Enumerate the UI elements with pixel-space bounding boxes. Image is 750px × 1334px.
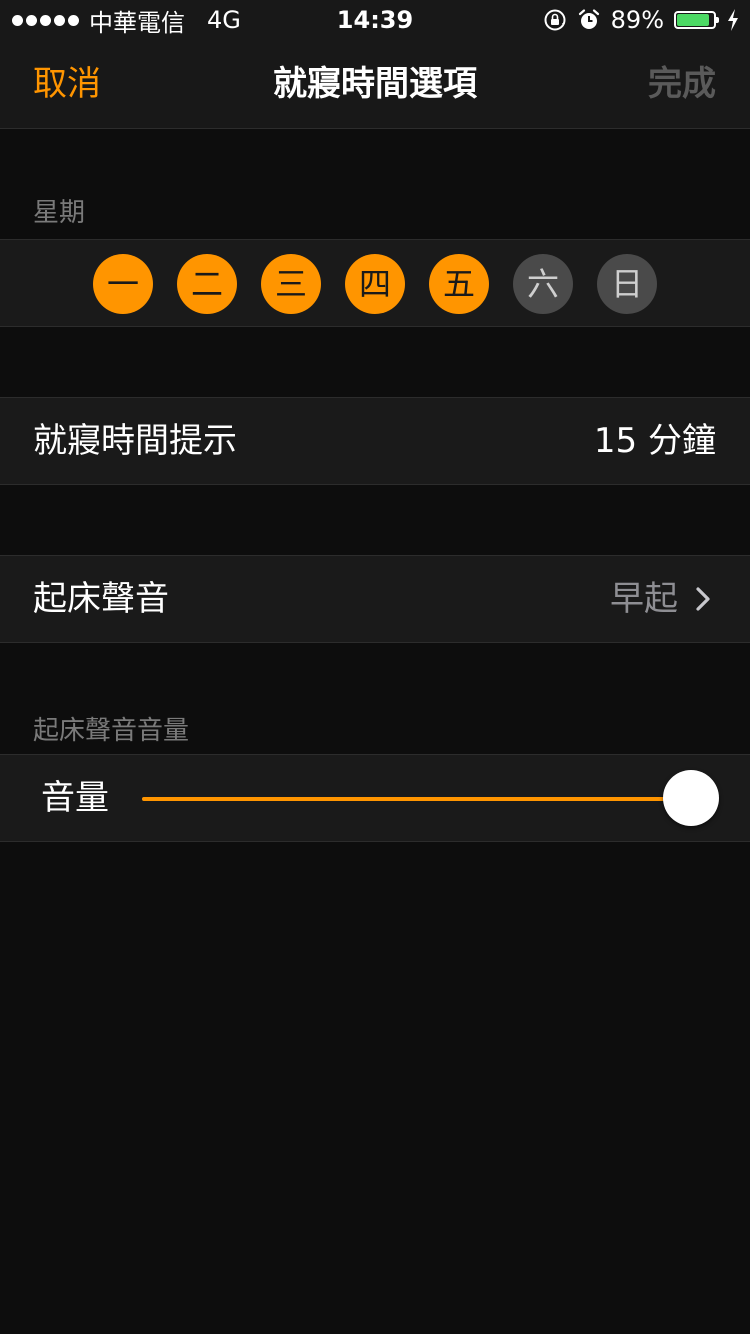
navigation-bar: 取消 就寢時間選項 完成 bbox=[0, 40, 750, 129]
wake-sound-row[interactable]: 起床聲音 早起 bbox=[0, 555, 750, 643]
charging-bolt-icon bbox=[728, 9, 738, 31]
day-button-wed[interactable]: 三 bbox=[261, 254, 321, 314]
bedtime-reminder-value: 15 分鐘 bbox=[593, 421, 716, 461]
screen: 中華電信 4G 14:39 89% 取消 就寢時間選項 完成 星期 一 二 三 … bbox=[0, 0, 750, 1334]
day-button-tue[interactable]: 二 bbox=[177, 254, 237, 314]
weekday-row: 一 二 三 四 五 六 日 bbox=[0, 239, 750, 327]
day-button-thu[interactable]: 四 bbox=[345, 254, 405, 314]
volume-slider-thumb[interactable] bbox=[663, 770, 719, 826]
page-title: 就寢時間選項 bbox=[273, 64, 477, 104]
volume-label: 音量 bbox=[41, 778, 109, 818]
battery-level-fill bbox=[677, 14, 710, 26]
volume-section-header: 起床聲音音量 bbox=[33, 716, 190, 746]
bedtime-reminder-label: 就寢時間提示 bbox=[33, 421, 237, 461]
battery-icon bbox=[674, 11, 719, 29]
day-button-mon[interactable]: 一 bbox=[93, 254, 153, 314]
wake-sound-label: 起床聲音 bbox=[33, 579, 169, 619]
orientation-lock-icon bbox=[544, 9, 566, 31]
day-button-sun[interactable]: 日 bbox=[597, 254, 657, 314]
volume-slider-track[interactable] bbox=[142, 797, 692, 801]
alarm-icon bbox=[578, 9, 599, 29]
status-bar: 中華電信 4G 14:39 89% bbox=[0, 0, 750, 40]
wake-sound-value: 早起 bbox=[610, 579, 678, 619]
day-button-fri[interactable]: 五 bbox=[429, 254, 489, 314]
status-bar-right: 89% bbox=[543, 0, 740, 40]
chevron-right-icon bbox=[696, 587, 710, 611]
weekday-section-header: 星期 bbox=[33, 198, 86, 228]
volume-row: 音量 bbox=[0, 754, 750, 842]
weekday-selector: 一 二 三 四 五 六 日 bbox=[93, 254, 657, 314]
day-button-sat[interactable]: 六 bbox=[513, 254, 573, 314]
volume-slider-fill bbox=[142, 797, 692, 801]
done-button[interactable]: 完成 bbox=[648, 40, 716, 128]
bedtime-reminder-row[interactable]: 就寢時間提示 15 分鐘 bbox=[0, 397, 750, 485]
battery-percent: 89% bbox=[610, 6, 664, 34]
